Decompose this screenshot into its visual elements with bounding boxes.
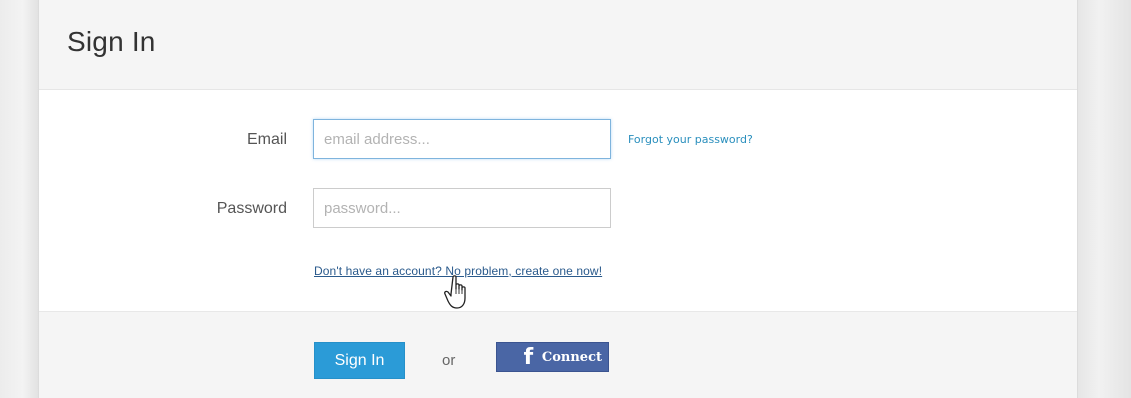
facebook-connect-label: Connect [541, 349, 602, 365]
facebook-connect-button[interactable]: f Connect [496, 342, 609, 372]
background-left [0, 0, 38, 398]
or-separator: or [442, 352, 456, 369]
panel-header: Sign In [39, 0, 1077, 90]
password-label: Password [216, 200, 287, 217]
page-title: Sign In [67, 26, 156, 57]
hand-pointer-icon [444, 275, 466, 309]
email-field[interactable] [313, 119, 611, 159]
password-field[interactable] [313, 188, 611, 228]
facebook-icon: f [523, 345, 534, 370]
signin-button[interactable]: Sign In [314, 342, 405, 379]
email-label: Email [246, 131, 287, 148]
forgot-password-link[interactable]: Forgot your password? [628, 133, 753, 146]
panel-footer: Sign In or f Connect [39, 311, 1077, 398]
signin-panel: Sign In Email Forgot your password? Pass… [38, 0, 1078, 398]
background-right [1078, 0, 1131, 398]
